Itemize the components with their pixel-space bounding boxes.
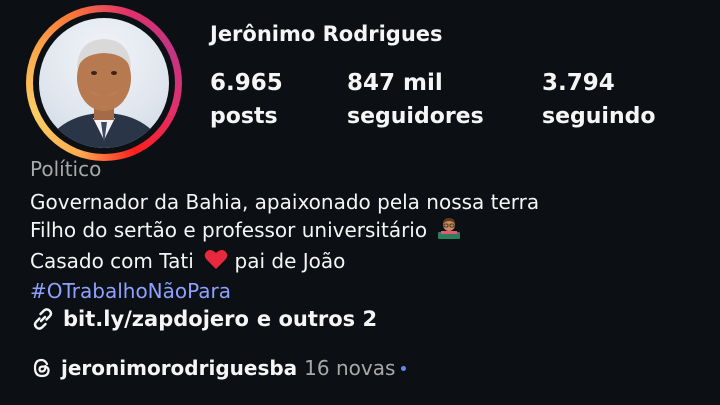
bio-line-3: Casado com Tati pai de João [30,247,539,277]
bio-line-3-text-a: Casado com Tati [30,249,194,273]
profile-link[interactable]: bit.ly/zapdojero e outros 2 [30,306,377,332]
bio-line-3-text-b: pai de João [234,249,346,273]
profile-bio: Governador da Bahia, apaixonado pela nos… [30,188,539,305]
red-heart-emoji-icon [204,248,228,277]
link-url[interactable]: bit.ly/zapdojero [63,307,249,331]
link-icon [30,306,56,332]
bio-line-2: Filho do sertão e professor universitári… [30,216,539,247]
threads-handle[interactable]: jeronimorodriguesba [61,356,297,380]
stat-followers-value: 847 mil [347,70,443,96]
avatar[interactable] [39,18,169,148]
story-ring[interactable] [26,5,182,161]
stat-following[interactable]: 3.794 seguindo [542,68,656,135]
threads-badge[interactable]: jeronimorodriguesba 16 novas [30,356,407,380]
stat-following-label: seguindo [542,104,656,129]
stat-following-value: 3.794 [542,70,615,96]
profile-username: Jerônimo Rodrigues [210,22,443,46]
stat-posts-label: posts [210,104,278,129]
stat-followers[interactable]: 847 mil seguidores [347,68,484,135]
stat-posts-value: 6.965 [210,70,283,96]
bio-hashtag-link[interactable]: #OTrabalhoNãoPara [30,277,539,305]
stat-followers-label: seguidores [347,104,484,129]
teacher-emoji-icon [437,216,461,247]
threads-new-dot [401,365,407,371]
profile-photo-icon [46,39,162,148]
profile-category: Político [30,157,102,181]
threads-icon [30,356,54,380]
bio-line-1: Governador da Bahia, apaixonado pela nos… [30,190,540,214]
threads-new-count: 16 novas [304,356,396,380]
bio-line-2-text: Filho do sertão e professor universitári… [30,218,428,242]
link-extra[interactable]: e outros 2 [257,307,377,331]
stat-posts[interactable]: 6.965 posts [210,68,283,135]
